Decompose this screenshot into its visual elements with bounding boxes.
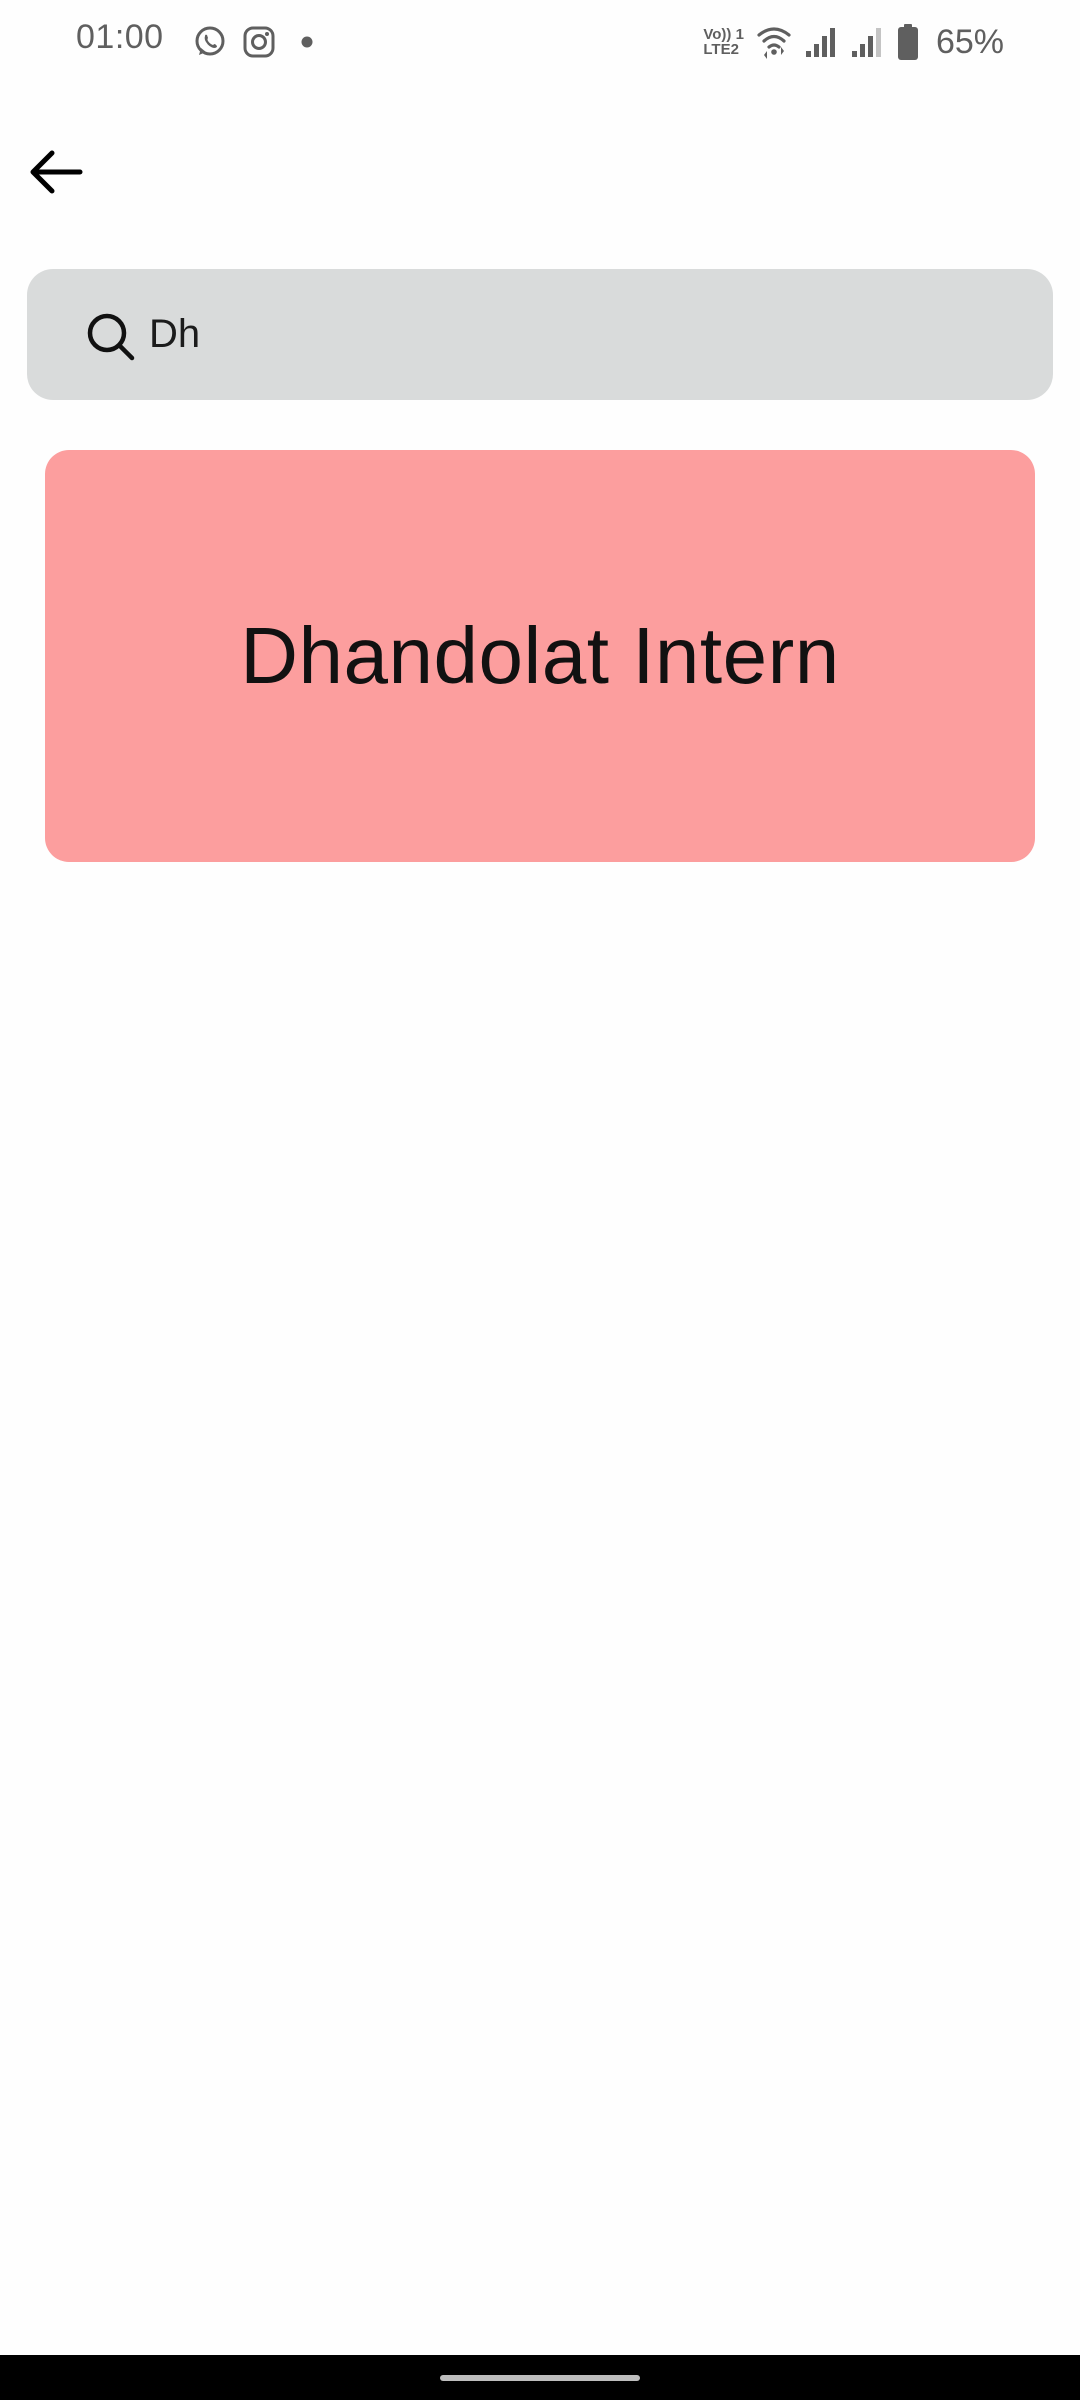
volte-line-1: Vo)) 1: [703, 26, 744, 43]
dot-icon: [300, 35, 314, 49]
signal-icon: [804, 25, 838, 59]
instagram-icon: [242, 25, 276, 59]
wifi-icon: [756, 25, 792, 59]
whatsapp-icon: [192, 24, 228, 60]
status-time: 01:00: [76, 18, 164, 56]
search-input[interactable]: [149, 299, 1009, 369]
home-gesture-handle[interactable]: [440, 2375, 640, 2381]
app-screen: 01:00 Vo)) 1 LTE2 65% Dh Dhandolat Inter…: [0, 0, 1080, 2400]
notification-icons: [192, 22, 314, 62]
battery-icon: [896, 23, 920, 61]
search-box[interactable]: [27, 269, 1053, 400]
system-icons: Vo)) 1 LTE2 65%: [703, 20, 1004, 64]
back-button[interactable]: [20, 136, 92, 208]
search-icon: [87, 313, 135, 361]
status-bar: 01:00 Vo)) 1 LTE2 65%: [0, 0, 1080, 84]
navigation-bar: [0, 2355, 1080, 2400]
arrow-left-icon: [30, 150, 83, 194]
signal-2-icon: [850, 25, 884, 59]
volte-line-2: LTE2: [703, 41, 739, 58]
result-card[interactable]: Dhandolat Intern: [45, 450, 1035, 862]
battery-percent: 65%: [935, 22, 1004, 61]
result-card-label: Dhandolat Intern: [240, 611, 840, 700]
volte-icon: Vo)) 1 LTE2: [703, 27, 744, 57]
